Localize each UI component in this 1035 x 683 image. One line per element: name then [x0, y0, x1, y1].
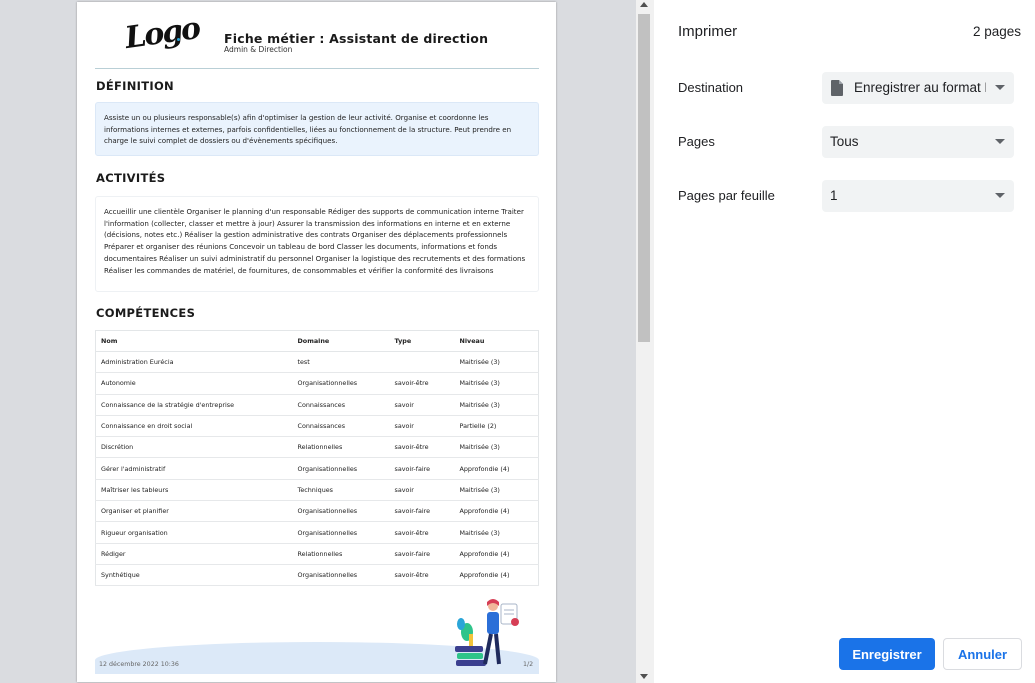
cell-domaine: Connaissances: [292, 394, 390, 416]
preview-scrollbar[interactable]: [636, 0, 654, 683]
column-header-type: Type: [389, 330, 455, 352]
cell-type: savoir: [389, 394, 455, 416]
table-header-row: Nom Domaine Type Niveau: [95, 330, 539, 352]
cell-niveau: Maitrisée (3): [454, 436, 539, 459]
person-illustration: [455, 599, 519, 666]
cell-type: savoir-être: [389, 436, 455, 459]
logo-dot: [177, 38, 180, 41]
pages-per-sheet-value: 1: [830, 188, 838, 203]
table-row: Synthétique Organisationnelles savoir-être…: [95, 564, 539, 587]
document-subtitle: Admin & Direction: [224, 45, 293, 54]
cell-nom: Connaissance en droit social: [95, 415, 293, 438]
competences-table: Nom Domaine Type Niveau Administration E…: [95, 330, 539, 587]
table-row: Maîtriser les tableurs Techniques savoir Ma…: [95, 479, 539, 502]
competences-heading: COMPÉTENCES: [96, 306, 196, 320]
footer-date: 12 décembre 2022 10:36: [99, 661, 179, 668]
cell-nom: Synthétique: [95, 564, 293, 587]
cell-type: savoir: [389, 415, 455, 438]
pages-per-sheet-select[interactable]: 1: [822, 180, 1014, 212]
file-icon: [831, 80, 843, 96]
preview-page: Logo Fiche métier : Assistant de directi…: [77, 2, 556, 682]
cell-domaine: Relationnelles: [292, 436, 390, 459]
cell-nom: Rédiger: [95, 543, 293, 565]
cell-domaine: Organisationnelles: [292, 564, 390, 587]
pages-select[interactable]: Tous: [822, 126, 1014, 158]
pages-per-sheet-label: Pages par feuille: [678, 188, 775, 203]
pages-label: Pages: [678, 134, 715, 149]
chevron-down-icon: [995, 139, 1005, 144]
column-header-nom: Nom: [95, 330, 293, 352]
cell-nom: Rigueur organisation: [95, 521, 293, 544]
panel-title: Imprimer: [678, 23, 738, 40]
scroll-up-arrow-icon[interactable]: [640, 2, 648, 7]
cell-type: [389, 351, 455, 374]
print-settings-panel: Imprimer 2 pages Destination Enregistrer…: [654, 0, 1035, 683]
table-row: Connaissance de la stratégie d'entrepris…: [95, 394, 539, 416]
cancel-button[interactable]: Annuler: [943, 638, 1022, 670]
cell-nom: Discrétion: [95, 436, 293, 459]
header-divider: [95, 68, 539, 69]
cell-nom: Administration Eurécia: [95, 351, 293, 374]
scrollbar-thumb[interactable]: [638, 14, 650, 342]
cell-nom: Gérer l'administratif: [95, 457, 293, 480]
cell-niveau: Partielle (2): [454, 415, 539, 438]
cell-domaine: Organisationnelles: [292, 521, 390, 544]
cell-niveau: Maitrisée (3): [454, 351, 539, 374]
table-row: Connaissance en droit social Connaissance…: [95, 415, 539, 438]
cell-domaine: Organisationnelles: [292, 500, 390, 523]
cell-domaine: Relationnelles: [292, 543, 390, 565]
definition-heading: DÉFINITION: [96, 79, 174, 93]
cell-domaine: Techniques: [292, 479, 390, 502]
cell-niveau: Approfondie (4): [454, 500, 539, 523]
cell-type: savoir-faire: [389, 457, 455, 480]
cell-type: savoir: [389, 479, 455, 502]
cell-niveau: Maitrisée (3): [454, 372, 539, 395]
page-count: 2 pages: [972, 24, 1021, 39]
cell-nom: Autonomie: [95, 372, 293, 395]
footer-page-number: 1/2: [523, 661, 534, 668]
activities-text: Accueillir une clientèle Organiser le pl…: [95, 196, 539, 292]
pages-value: Tous: [830, 134, 859, 149]
company-logo: Logo: [122, 11, 202, 56]
cell-type: savoir-être: [389, 372, 455, 395]
save-button[interactable]: Enregistrer: [839, 638, 935, 670]
destination-select[interactable]: Enregistrer au format PDF: [822, 72, 1014, 104]
chevron-down-icon: [995, 193, 1005, 198]
document-title: Fiche métier : Assistant de direction: [224, 31, 489, 46]
cell-niveau: Approfondie (4): [454, 457, 539, 480]
cell-domaine: Connaissances: [292, 415, 390, 438]
table-body: Administration Eurécia test Maitrisée (3) A…: [95, 351, 539, 587]
cell-type: savoir-faire: [389, 543, 455, 565]
cell-niveau: Maitrisée (3): [454, 521, 539, 544]
column-header-domaine: Domaine: [292, 330, 390, 352]
cell-type: savoir-faire: [389, 500, 455, 523]
cell-domaine: Organisationnelles: [292, 457, 390, 480]
destination-label: Destination: [678, 80, 744, 95]
activities-heading: ACTIVITÉS: [96, 171, 166, 185]
cell-type: savoir-être: [389, 564, 455, 587]
table-row: Gérer l'administratif Organisationnelles s…: [95, 457, 539, 480]
cell-niveau: Approfondie (4): [454, 564, 539, 587]
cell-nom: Organiser et planifier: [95, 500, 293, 523]
table-row: Organiser et planifier Organisationnelles…: [95, 500, 539, 523]
cell-nom: Connaissance de la stratégie d'entrepris…: [95, 394, 293, 416]
cell-type: savoir-être: [389, 521, 455, 544]
cell-niveau: Maitrisée (3): [454, 479, 539, 502]
scroll-down-arrow-icon[interactable]: [640, 674, 648, 679]
chevron-down-icon: [995, 85, 1005, 90]
cell-niveau: Maitrisée (3): [454, 394, 539, 416]
cell-domaine: test: [292, 351, 390, 374]
table-row: Rigueur organisation Organisationnelles sa…: [95, 521, 539, 544]
cell-nom: Maîtriser les tableurs: [95, 479, 293, 502]
cell-domaine: Organisationnelles: [292, 372, 390, 395]
definition-text: Assiste un ou plusieurs responsable(s) a…: [95, 102, 539, 156]
cell-niveau: Approfondie (4): [454, 543, 539, 565]
table-row: Autonomie Organisationnelles savoir-être Ma…: [95, 372, 539, 395]
column-header-niveau: Niveau: [454, 330, 539, 352]
destination-value: Enregistrer au format PDF: [854, 80, 986, 95]
table-row: Discrétion Relationnelles savoir-être Maitr…: [95, 436, 539, 459]
table-row: Rédiger Relationnelles savoir-faire Approfo…: [95, 543, 539, 565]
table-row: Administration Eurécia test Maitrisée (3): [95, 351, 539, 374]
print-preview-area: Logo Fiche métier : Assistant de directi…: [0, 0, 654, 683]
